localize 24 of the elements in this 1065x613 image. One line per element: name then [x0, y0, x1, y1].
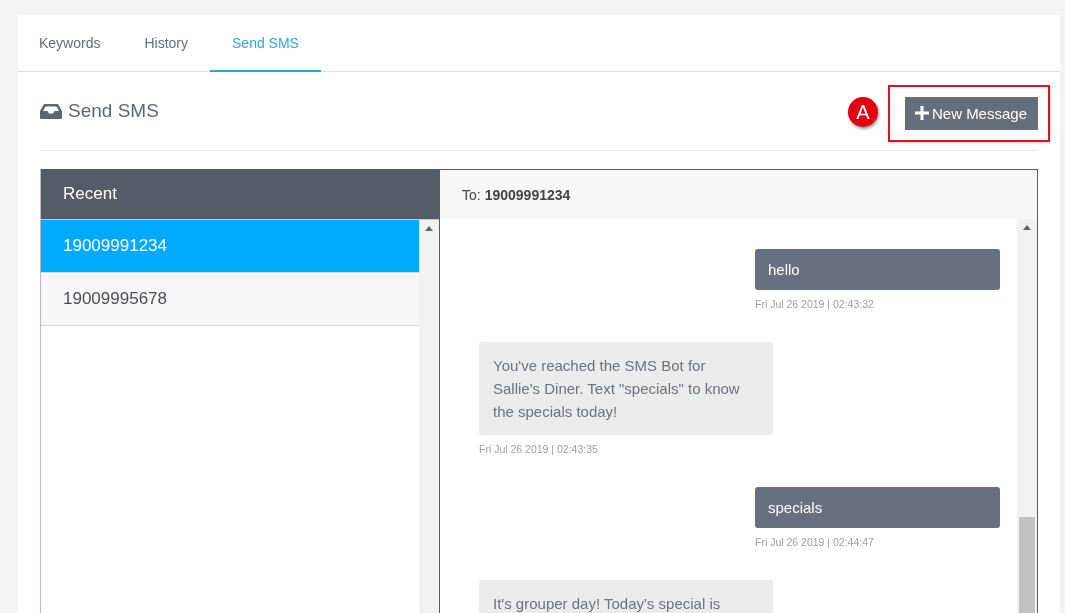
plus-icon: [914, 106, 929, 120]
scroll-up-arrow-icon[interactable]: [425, 226, 433, 231]
received-message-bubble: It's grouper day! Today's special is: [479, 580, 773, 613]
scroll-up-arrow-icon[interactable]: [1023, 225, 1031, 230]
message-timestamp: Fri Jul 26 2019 | 02:43:32: [755, 298, 875, 310]
new-message-button[interactable]: New Message: [904, 96, 1038, 130]
callout-marker: A: [847, 97, 878, 127]
recent-number-item[interactable]: 19009995678: [41, 273, 419, 326]
tab[interactable]: History: [122, 15, 211, 72]
sent-message-bubble: specials: [755, 487, 1000, 528]
page-title: Send SMS: [68, 100, 159, 122]
scrollbar[interactable]: [419, 220, 439, 613]
scrollbar[interactable]: [1017, 219, 1037, 613]
message-timestamp: Fri Jul 26 2019 | 02:44:47: [755, 536, 875, 548]
scrollbar-thumb[interactable]: [1019, 517, 1035, 613]
to-label: To:: [462, 186, 481, 203]
sent-message-bubble: hello: [755, 249, 1000, 290]
tab[interactable]: Send SMS: [210, 15, 321, 72]
inbox-tray-icon: [40, 103, 62, 119]
recipient-number: 19009991234: [484, 186, 571, 203]
message-timestamp: Fri Jul 26 2019 | 02:43:35: [479, 443, 598, 455]
tab[interactable]: Keywords: [18, 15, 123, 72]
received-message-bubble: You've reached the SMS Bot for Sallie's Diner. Text "specials" to know the specials today!: [479, 342, 773, 435]
recent-header: Recent: [41, 169, 439, 219]
